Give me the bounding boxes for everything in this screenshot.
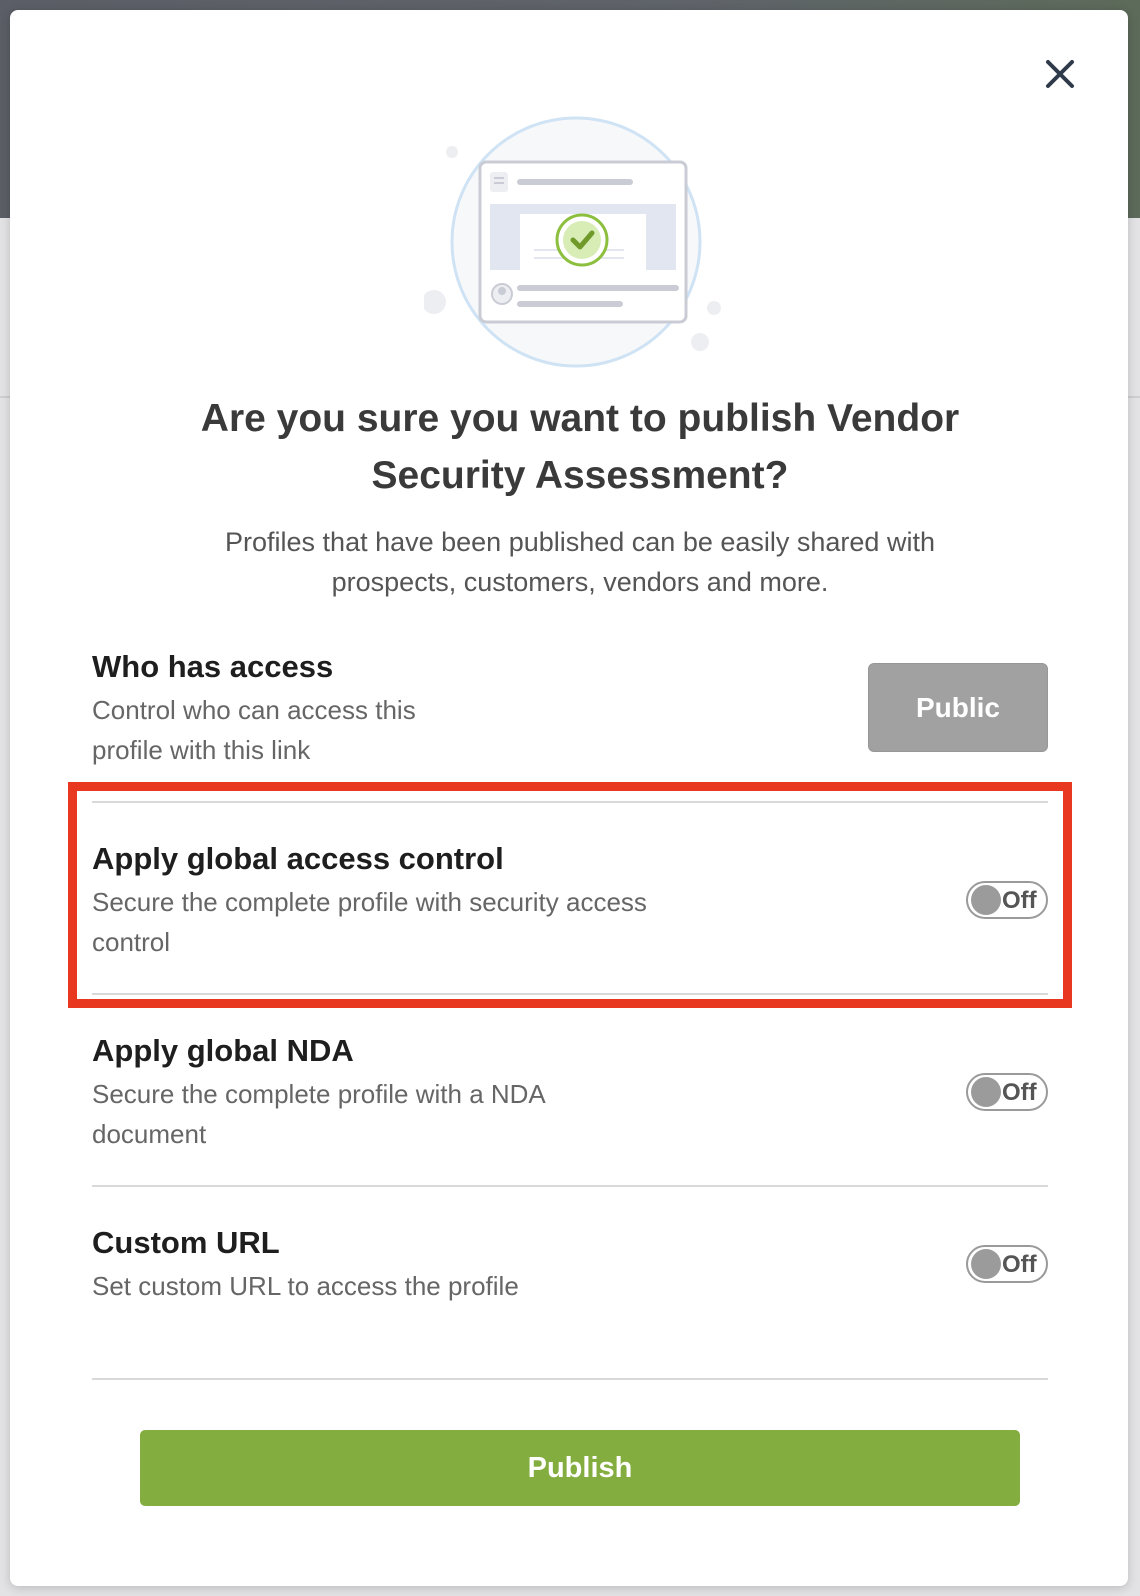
custom-url-description: Set custom URL to access the profile <box>92 1271 519 1301</box>
nda-toggle[interactable]: Off <box>966 1073 1048 1111</box>
toggle-knob <box>971 1077 1001 1107</box>
toggle-knob <box>971 1249 1001 1279</box>
divider <box>92 1185 1048 1187</box>
divider <box>92 801 1048 803</box>
modal-title: Are you sure you want to publish Vendor … <box>200 397 960 497</box>
access-description: Control who can access this profile with… <box>92 695 416 765</box>
toggle-label: Off <box>1002 1079 1037 1106</box>
divider <box>92 993 1048 995</box>
nda-description: Secure the complete profile with a NDA d… <box>92 1079 545 1149</box>
access-control-title: Apply global access control <box>92 841 504 876</box>
close-button[interactable] <box>1040 54 1080 94</box>
access-control-toggle[interactable]: Off <box>966 881 1048 919</box>
nda-title: Apply global NDA <box>92 1033 354 1068</box>
custom-url-title: Custom URL <box>92 1225 280 1260</box>
publish-button[interactable]: Publish <box>140 1430 1020 1506</box>
toggle-label: Off <box>1002 887 1037 914</box>
modal-subtitle: Profiles that have been published can be… <box>225 527 935 597</box>
custom-url-toggle[interactable]: Off <box>966 1245 1048 1283</box>
close-icon[interactable] <box>1040 54 1080 94</box>
access-control-description: Secure the complete profile with securit… <box>92 887 647 957</box>
divider <box>92 1378 1048 1380</box>
published-profile-illustration <box>422 110 734 372</box>
access-public-button[interactable]: Public <box>868 663 1048 752</box>
access-title: Who has access <box>92 649 334 684</box>
toggle-knob <box>971 885 1001 915</box>
backdrop-divider <box>1128 396 1140 398</box>
toggle-label: Off <box>1002 1251 1037 1278</box>
